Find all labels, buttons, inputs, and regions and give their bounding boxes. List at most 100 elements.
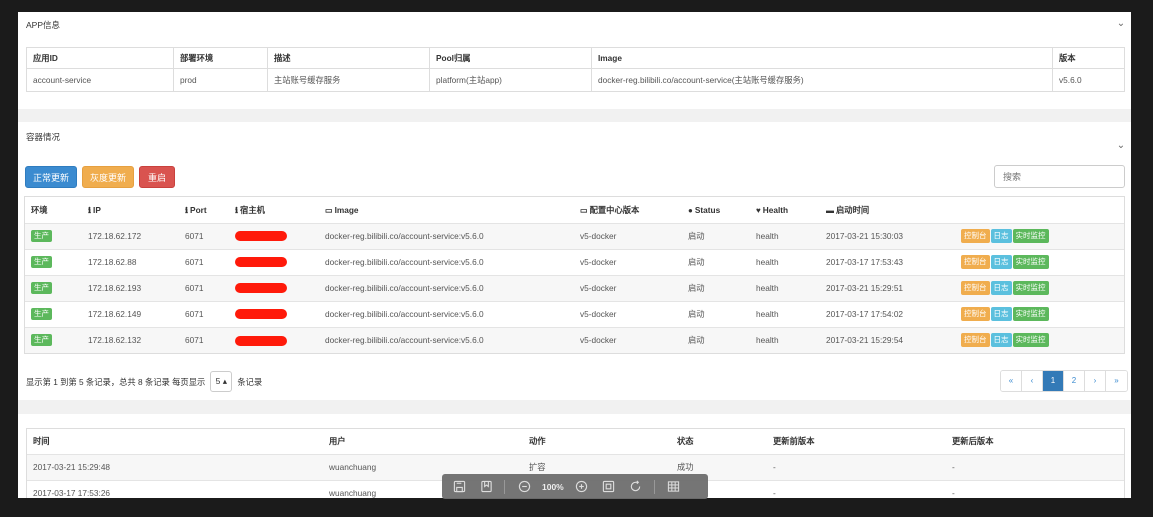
col-header-env: 部署环境: [173, 47, 268, 69]
cell-version: v5.6.0: [1052, 68, 1125, 92]
health-cell: health: [756, 283, 779, 293]
prev-page-button[interactable]: ‹: [1022, 371, 1043, 391]
col-header-port: ℹ Port: [185, 204, 207, 215]
collapse-chevron-icon[interactable]: ⌄: [1116, 19, 1126, 29]
col-header-pool: Pool归属: [429, 47, 592, 69]
col-header-env: 环境: [31, 204, 48, 215]
health-cell: health: [756, 231, 779, 241]
before-version-cell: -: [773, 488, 776, 498]
image-cell: docker-reg.bilibili.co/account-service:v…: [325, 309, 484, 319]
config-version-cell: v5-docker: [580, 335, 617, 346]
save-icon[interactable]: [450, 479, 468, 495]
app-info-table: 应用ID 部署环境 描述 Pool归属 Image 版本 account-ser…: [26, 47, 1125, 92]
env-badge: 生产: [31, 230, 52, 242]
viewer-toolbar: 100%: [442, 474, 708, 499]
ip-cell: 172.18.62.88: [88, 257, 137, 267]
table-row: 生产 172.18.62.149 6071 docker-reg.bilibili.c…: [25, 301, 1124, 327]
start-time-cell: 2017-03-17 17:54:02: [826, 309, 904, 319]
actions-cell: 控制台 日志 实时监控: [955, 327, 1124, 353]
port-cell: 6071: [185, 257, 204, 267]
page-size-select[interactable]: 5 ▴: [210, 371, 233, 392]
monitor-button[interactable]: 实时监控: [1012, 255, 1049, 269]
port-cell: 6071: [185, 231, 204, 241]
table-row: 生产 172.18.62.193 6071 docker-reg.bilibili.c…: [25, 275, 1124, 301]
status-cell: 启动: [688, 231, 705, 241]
bookmark-icon[interactable]: [477, 479, 495, 495]
log-button[interactable]: 日志: [990, 255, 1012, 269]
console-button[interactable]: 控制台: [961, 281, 990, 295]
monitor-button[interactable]: 实时监控: [1012, 229, 1049, 243]
console-button[interactable]: 控制台: [961, 333, 990, 348]
fit-to-screen-icon[interactable]: [600, 479, 618, 495]
host-cell: [229, 327, 319, 353]
log-button[interactable]: 日志: [990, 281, 1012, 295]
cell-env: prod: [173, 68, 268, 92]
col-header-start-time: ▬ 启动时间: [826, 204, 870, 215]
ip-cell: 172.18.62.132: [88, 335, 142, 346]
grid-icon[interactable]: [665, 479, 683, 495]
log-button[interactable]: 日志: [990, 229, 1012, 243]
collapse-chevron-icon[interactable]: ⌄: [1116, 141, 1126, 151]
table-row: 生产 172.18.62.88 6071 docker-reg.bilibili.co…: [25, 249, 1124, 275]
health-cell: health: [756, 335, 779, 346]
pagination-info-prefix: 显示第 1 到第 5 条记录，总共 8 条记录 每页显示: [26, 376, 206, 387]
normal-update-button[interactable]: 正常更新: [25, 166, 77, 188]
env-cell: 生产: [25, 223, 82, 249]
search-input[interactable]: [994, 165, 1125, 188]
redaction-mark: [235, 309, 287, 320]
before-version-cell: -: [773, 462, 776, 472]
next-page-button[interactable]: ›: [1085, 371, 1106, 391]
env-cell: 生产: [25, 327, 82, 353]
config-version-cell: v5-docker: [580, 257, 617, 267]
laptop-icon: ▭: [325, 205, 333, 215]
log-button[interactable]: 日志: [990, 333, 1012, 348]
console-button[interactable]: 控制台: [961, 229, 990, 243]
container-panel: 容器情况 ⌄ 正常更新 灰度更新 重启 环境 ℹIP ℹPort ℹ宿主机 ▭I…: [18, 122, 1131, 400]
restart-button[interactable]: 重启: [139, 166, 175, 188]
last-page-button[interactable]: »: [1106, 371, 1127, 391]
after-version-cell: -: [952, 462, 955, 472]
container-table: 环境 ℹ IP ℹ Port ℹ 宿主机 ▭ Image ▭ 配置中心版本 ● Status…: [25, 197, 1124, 353]
first-page-button[interactable]: «: [1001, 371, 1022, 391]
app-info-panel: APP信息 ⌄ 应用ID 部署环境 描述 Pool归属 Image 版本 acc…: [18, 12, 1131, 109]
info-circle-icon: ●: [688, 205, 693, 215]
console-button[interactable]: 控制台: [961, 255, 990, 269]
monitor-button[interactable]: 实时监控: [1012, 307, 1049, 321]
port-cell: 6071: [185, 309, 204, 319]
time-cell: 2017-03-21 15:29:48: [33, 462, 111, 472]
col-header-version: 版本: [1052, 47, 1125, 69]
redaction-mark: [235, 231, 287, 242]
col-header-action: 动作: [529, 436, 546, 447]
env-badge: 生产: [31, 256, 52, 268]
monitor-button[interactable]: 实时监控: [1012, 281, 1049, 295]
log-button[interactable]: 日志: [990, 307, 1012, 321]
env-badge: 生产: [31, 282, 52, 294]
info-icon: ℹ: [88, 205, 92, 215]
console-button[interactable]: 控制台: [961, 307, 990, 321]
col-header-image: Image: [591, 47, 1053, 69]
page-1-button[interactable]: 1: [1043, 371, 1064, 391]
zoom-out-icon[interactable]: [515, 479, 533, 495]
config-version-cell: v5-docker: [580, 283, 617, 293]
start-time-cell: 2017-03-21 15:30:03: [826, 231, 904, 241]
heart-icon: ♥: [756, 205, 761, 215]
health-cell: health: [756, 257, 779, 267]
start-time-cell: 2017-03-21 15:29:51: [826, 283, 904, 293]
actions-cell: 控制台 日志 实时监控: [955, 223, 1124, 249]
rotate-icon[interactable]: [627, 479, 645, 495]
page-2-button[interactable]: 2: [1064, 371, 1085, 391]
ip-cell: 172.18.62.149: [88, 309, 142, 319]
host-cell: [229, 223, 319, 249]
status-cell: 启动: [688, 309, 705, 319]
port-cell: 6071: [185, 335, 204, 346]
col-header-image: ▭ Image: [325, 204, 359, 215]
monitor-button[interactable]: 实时监控: [1012, 333, 1049, 348]
col-header-config-version: ▭ 配置中心版本: [580, 204, 640, 215]
actions-cell: 控制台 日志 实时监控: [955, 249, 1124, 275]
gray-update-button[interactable]: 灰度更新: [82, 166, 134, 188]
redaction-mark: [235, 283, 287, 294]
host-cell: [229, 249, 319, 275]
zoom-in-icon[interactable]: [573, 479, 591, 495]
container-table-wrap: 环境 ℹ IP ℹ Port ℹ 宿主机 ▭ Image ▭ 配置中心版本 ● Status…: [24, 196, 1125, 354]
actions-cell: 控制台 日志 实时监控: [955, 301, 1124, 327]
